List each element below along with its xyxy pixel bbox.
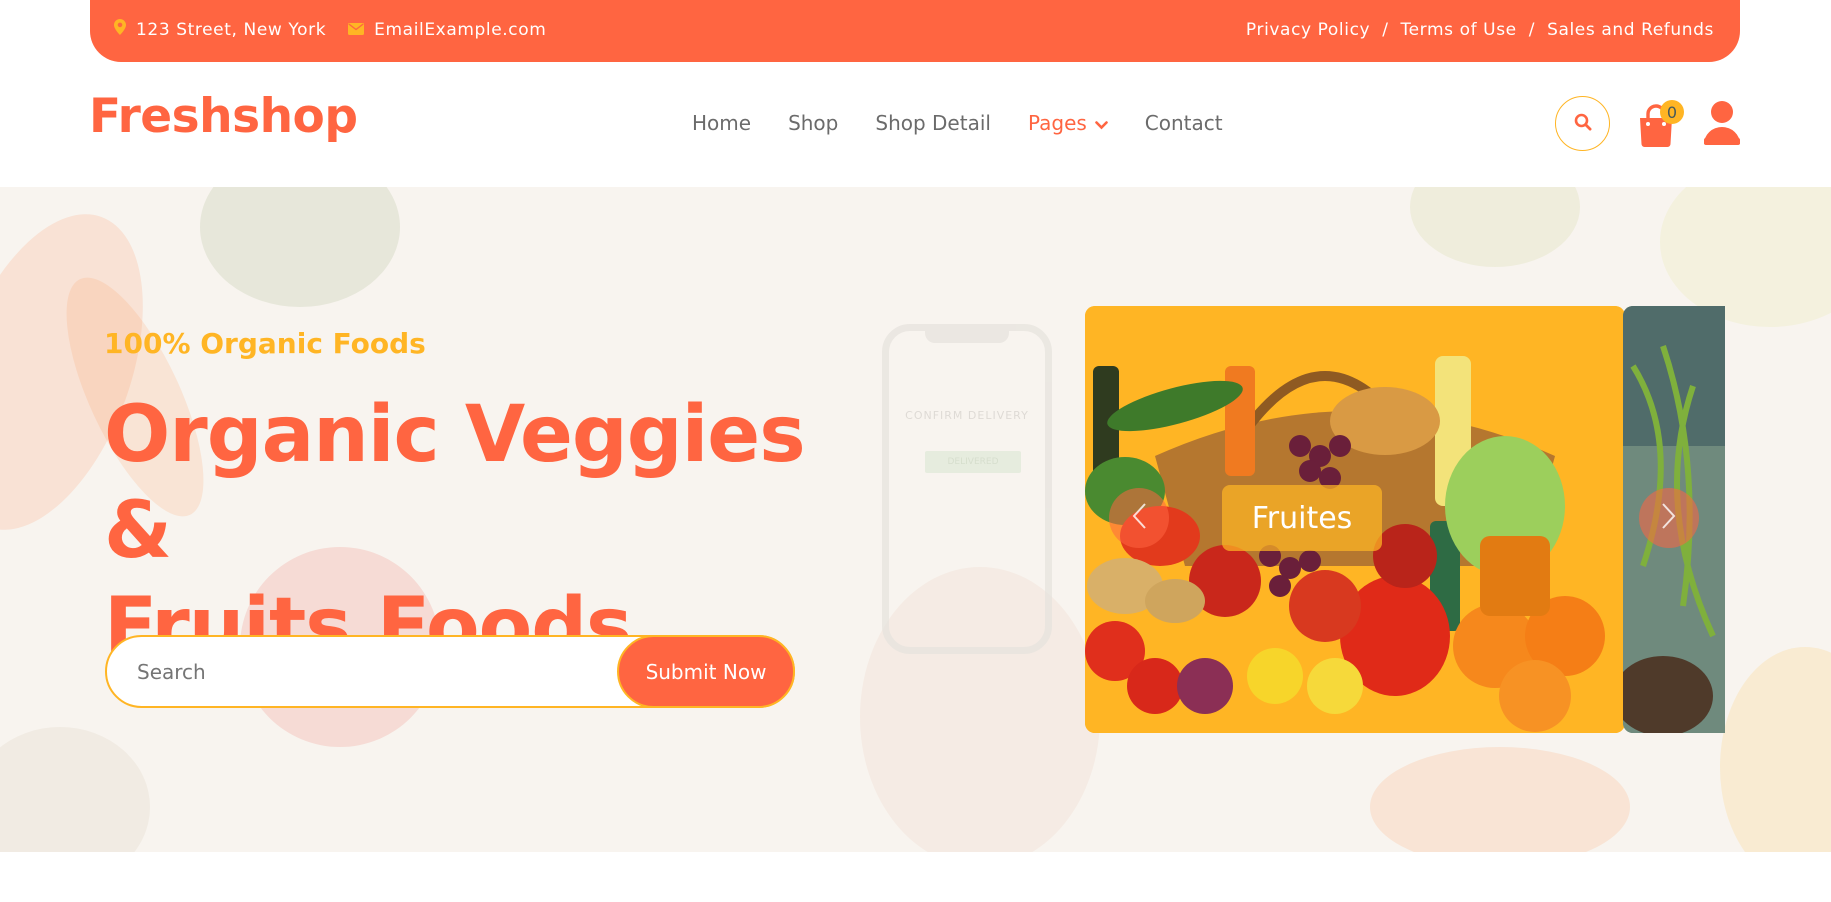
carousel-caption[interactable]: Fruites [1222, 485, 1382, 551]
terms-of-use-link[interactable]: Terms of Use [1401, 20, 1517, 40]
privacy-policy-link[interactable]: Privacy Policy [1246, 20, 1370, 40]
email-text[interactable]: EmailExample.com [374, 20, 546, 40]
top-bar: 123 Street, New York EmailExample.com Pr… [90, 0, 1740, 62]
link-separator: / [1528, 20, 1536, 40]
chevron-left-icon [1131, 502, 1147, 534]
phone-notch [925, 329, 1009, 343]
hero-search-form: Submit Now [105, 635, 795, 708]
hero-section: CONFIRM DELIVERY DELIVERED 100% Organic … [0, 187, 1831, 852]
contact-info: 123 Street, New York EmailExample.com [114, 19, 568, 40]
nav-shop[interactable]: Shop [788, 111, 838, 135]
nav-pages-dropdown[interactable]: Pages [1028, 111, 1108, 135]
background-decoration [1720, 647, 1831, 852]
sales-refunds-link[interactable]: Sales and Refunds [1547, 20, 1714, 40]
search-icon [1574, 113, 1592, 135]
background-decoration [0, 727, 150, 852]
phone-confirm-text: CONFIRM DELIVERY [905, 409, 1029, 422]
link-separator: / [1382, 20, 1389, 40]
site-logo[interactable]: Freshshop [89, 89, 358, 144]
envelope-icon [348, 20, 365, 40]
background-decoration [1370, 747, 1630, 852]
cart-button[interactable]: 0 [1638, 100, 1684, 147]
chevron-right-icon [1661, 502, 1677, 534]
user-icon [1703, 101, 1741, 150]
hero-title: Organic Veggies & Fruits Foods [104, 387, 864, 675]
main-nav: Home Shop Shop Detail Pages Contact [692, 111, 1260, 135]
map-marker-icon [114, 19, 126, 40]
policy-links: Privacy Policy / Terms of Use / Sales an… [1246, 20, 1714, 40]
chevron-down-icon [1094, 111, 1108, 135]
email-info[interactable]: EmailExample.com [348, 20, 546, 40]
main-header: Freshshop Home Shop Shop Detail Pages Co… [0, 62, 1831, 187]
carousel-next-button[interactable] [1639, 488, 1699, 548]
hero-title-line-1: Organic Veggies & [104, 390, 806, 576]
nav-home[interactable]: Home [692, 111, 751, 135]
background-decoration [200, 187, 400, 307]
submit-now-button[interactable]: Submit Now [617, 635, 795, 708]
nav-shop-detail[interactable]: Shop Detail [875, 111, 991, 135]
address-info: 123 Street, New York [114, 19, 326, 40]
phone-mockup: CONFIRM DELIVERY DELIVERED [882, 324, 1052, 654]
phone-delivered-button: DELIVERED [925, 451, 1021, 473]
hero-subtitle: 100% Organic Foods [104, 327, 426, 360]
hero-search-input[interactable] [137, 655, 587, 689]
search-button[interactable] [1555, 96, 1610, 151]
background-decoration [1410, 187, 1580, 267]
nav-contact[interactable]: Contact [1145, 111, 1223, 135]
carousel-prev-button[interactable] [1109, 488, 1169, 548]
nav-pages-label: Pages [1027, 111, 1087, 135]
address-text: 123 Street, New York [136, 19, 327, 40]
user-account-button[interactable] [1703, 100, 1741, 148]
cart-count-badge: 0 [1660, 100, 1684, 124]
